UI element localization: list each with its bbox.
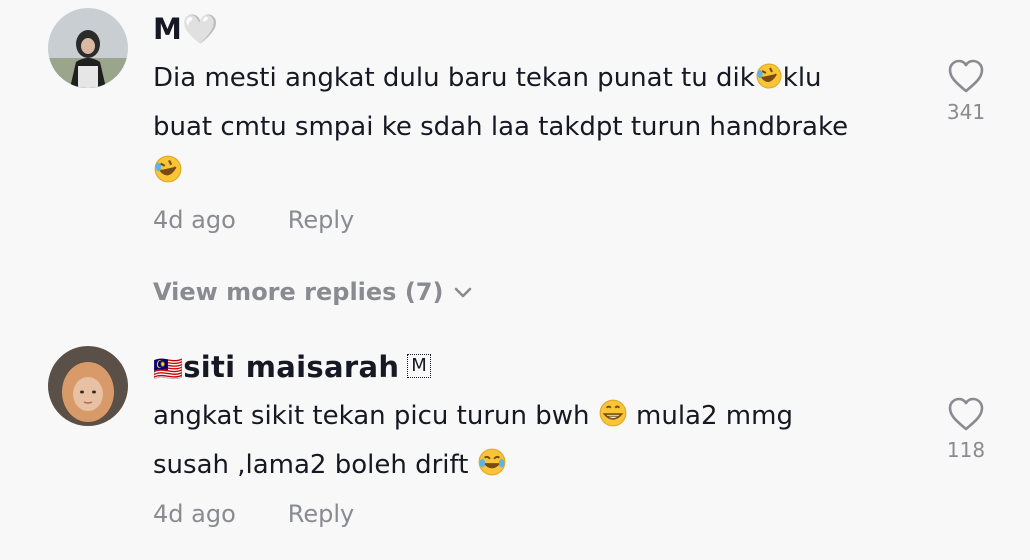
chevron-down-icon bbox=[455, 287, 472, 298]
comment-text-line1: Dia mesti angkat dulu baru tekan punat t… bbox=[153, 63, 755, 93]
comment-meta: 4d ago Reply bbox=[153, 206, 354, 234]
heart-outline-icon[interactable] bbox=[947, 58, 985, 94]
comment-text-line1-tail: mula2 mmg bbox=[636, 401, 793, 431]
comment-text-line1-tail: klu bbox=[782, 63, 822, 93]
username[interactable]: 🇲🇾siti maisarah M bbox=[153, 350, 432, 384]
comment-text: Dia mesti angkat dulu baru tekan punat t… bbox=[153, 56, 913, 199]
like-button[interactable]: 118 bbox=[940, 396, 992, 462]
comment-timestamp: 4d ago bbox=[153, 206, 236, 234]
user-badge: M bbox=[407, 354, 432, 378]
rolling-on-floor-laughing-emoji-icon bbox=[153, 154, 183, 199]
reply-button[interactable]: Reply bbox=[288, 500, 354, 528]
comment-text-line2: buat cmtu smpai ke sdah laa takdpt turun… bbox=[153, 112, 849, 142]
view-more-replies-label: View more replies (7) bbox=[153, 278, 444, 306]
comment-text-line1: angkat sikit tekan picu turun bwh bbox=[153, 401, 590, 431]
grinning-emoji-icon bbox=[598, 398, 628, 443]
rolling-on-floor-laughing-emoji-icon bbox=[755, 60, 783, 105]
avatar[interactable] bbox=[48, 8, 128, 88]
malaysia-flag-icon: 🇲🇾 bbox=[153, 355, 184, 383]
like-count: 118 bbox=[946, 438, 986, 462]
username-text: siti maisarah bbox=[183, 350, 400, 384]
view-more-replies-button[interactable]: View more replies (7) bbox=[153, 278, 473, 306]
comment-meta: 4d ago Reply bbox=[153, 500, 354, 528]
like-count: 341 bbox=[946, 100, 986, 124]
username-text: M🤍 bbox=[153, 12, 219, 46]
tears-of-joy-emoji-icon bbox=[477, 447, 507, 492]
comment-text-line2: susah ,lama2 boleh drift bbox=[153, 450, 469, 480]
comment-timestamp: 4d ago bbox=[153, 500, 236, 528]
comment-text: angkat sikit tekan picu turun bwh mula2 … bbox=[153, 394, 913, 492]
avatar[interactable] bbox=[48, 346, 128, 426]
username[interactable]: M🤍 bbox=[153, 12, 219, 47]
like-button[interactable]: 341 bbox=[940, 58, 992, 124]
reply-button[interactable]: Reply bbox=[288, 206, 354, 234]
heart-outline-icon[interactable] bbox=[947, 396, 985, 432]
